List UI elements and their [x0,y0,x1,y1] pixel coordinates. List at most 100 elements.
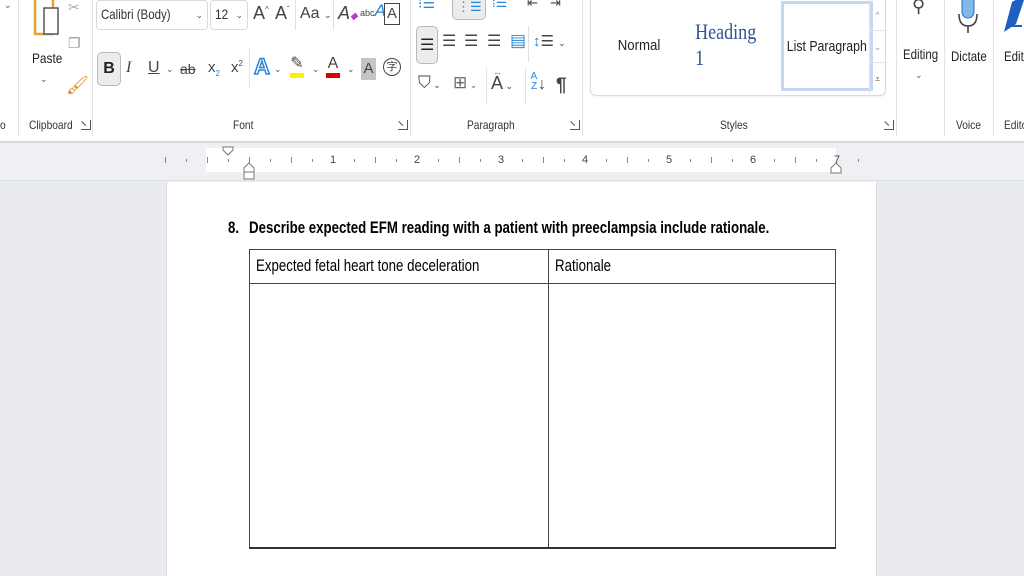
paste-icon [33,0,59,36]
ruler-tick [543,157,544,163]
ruler-tick [228,158,229,162]
font-color-button[interactable]: A [326,56,340,78]
align-center-button[interactable]: ☰ [442,34,456,50]
clipboard-group-label: Clipboard [29,118,73,132]
ruler-tick [816,158,817,162]
editing-button[interactable]: ⚲ Editing ⌄ [900,0,940,90]
group-separator [410,0,411,136]
ruler-tick [627,157,628,163]
copy-icon[interactable]: ❐ [68,36,81,50]
paragraph-launcher-icon[interactable] [570,120,580,130]
character-spacing-button[interactable]: ↔ A ⌄ [491,68,513,93]
italic-button[interactable]: I [126,60,131,76]
numbering-button[interactable]: ⋮☰ [452,0,486,20]
paste-button[interactable]: Paste ⌄ [28,0,64,96]
distributed-button[interactable]: ▤ [510,32,526,49]
subscript-icon: x [208,59,216,76]
separator [333,0,334,30]
ruler-tick [732,158,733,162]
borders-button[interactable]: ⊞ ⌄ [453,74,477,91]
font-group-label: Font [233,118,254,132]
grow-font-button[interactable]: A^ [253,4,269,22]
ruler-tick [291,157,292,163]
question-8: 8. Describe expected EFM reading with a p… [228,218,769,238]
justify-button[interactable]: ☰ [487,34,501,50]
highlight-button[interactable]: ✎ [290,56,304,78]
ruler-tick [690,158,691,162]
line-spacing-button[interactable]: ↕☰ ⌄ [533,34,566,49]
underline-chevron-icon[interactable]: ⌄ [166,64,174,75]
font-size-dropdown[interactable]: 12 ⌄ [210,0,248,30]
hanging-indent-marker-icon[interactable] [243,162,255,180]
chevron-down-icon[interactable]: ⌄ [4,0,12,11]
ruler-tick [312,158,313,162]
first-line-indent-marker-icon[interactable] [222,146,234,156]
group-separator [993,0,994,136]
shrink-font-button[interactable]: Aˇ [275,4,290,22]
align-left-button[interactable]: ☰ [416,26,438,64]
text-effects-button[interactable]: A [253,55,270,79]
ruler-tick [270,158,271,162]
decrease-indent-button[interactable]: ⇤ [527,0,538,9]
clear-formatting-button[interactable]: A◆ [338,4,358,22]
style-normal[interactable]: Normal [602,0,676,91]
editor-label: Edito [1004,48,1024,64]
paintbrush-icon[interactable]: 🖌 [66,76,89,94]
font-launcher-icon[interactable] [398,120,408,130]
character-border-button[interactable]: A [384,3,400,25]
clipboard-launcher-icon[interactable] [81,120,91,130]
font-name-value: Calibri (Body) [101,6,171,22]
increase-indent-button[interactable]: ⇥ [550,0,561,9]
ruler-tick [795,157,796,163]
paragraph-group-label: Paragraph [467,118,515,132]
ruler-number: 2 [414,154,421,166]
table-cell-deceleration[interactable] [248,283,550,549]
separator [295,0,296,30]
header-cell-deceleration[interactable]: Expected fetal heart tone deceleration [248,249,550,284]
superscript-button[interactable]: x2 [231,60,243,76]
font-name-dropdown[interactable]: Calibri (Body) ⌄ [96,0,208,30]
underline-button[interactable]: U [148,60,160,76]
gallery-scroll-up-icon[interactable]: ^ [870,0,885,31]
subscript-button[interactable]: x2 [208,60,220,78]
gallery-scroll-down-icon[interactable]: ⌄ [870,31,885,63]
editor-button[interactable]: Edito [998,0,1024,90]
phonetic-guide-icon: abc [360,8,375,18]
header-text: Expected fetal heart tone deceleration [256,256,480,275]
ruler-tick [480,158,481,162]
dictate-button[interactable]: Dictate [948,0,988,90]
group-separator [944,0,945,136]
multilevel-list-button[interactable]: ⁞☰ [492,0,507,9]
shading-button[interactable]: ⛉ ⌄ [418,74,441,91]
header-cell-rationale[interactable]: Rationale [548,249,836,284]
separator [249,48,250,88]
align-right-button[interactable]: ☰ [464,34,478,50]
strikethrough-button[interactable]: ab [180,62,196,76]
font-color-icon: A [327,55,339,72]
font-color-chevron-icon[interactable]: ⌄ [347,64,355,75]
styles-launcher-icon[interactable] [884,120,894,130]
table-cell-rationale[interactable] [548,283,836,549]
bold-button[interactable]: B [97,52,121,86]
align-left-icon: ☰ [420,37,435,54]
character-shading-button[interactable]: A [361,58,376,80]
style-heading-1[interactable]: Heading 1 [695,0,769,91]
ruler-tick [375,157,376,163]
scissors-icon[interactable]: ✂ [68,0,80,14]
horizontal-ruler[interactable] [206,148,836,172]
change-case-button[interactable]: Aa ⌄ [300,6,332,22]
sort-button[interactable]: AZ↓ [530,72,546,93]
bullets-button[interactable]: ⁝☰ [418,0,435,10]
ruler-tick [606,158,607,162]
gallery-more-icon[interactable]: ⩡ [870,63,885,95]
highlight-chevron-icon[interactable]: ⌄ [312,64,320,75]
style-list-paragraph[interactable]: List Paragraph [781,1,873,91]
ribbon: ⌄ o Paste ⌄ ✂ ❐ 🖌 Clipboard Calibri (Bod… [0,0,1024,142]
text-effects-chevron-icon[interactable]: ⌄ [274,64,282,75]
phonetic-guide-button[interactable]: abcA [360,2,386,19]
enclose-characters-button[interactable]: 字 [383,58,401,76]
styles-group-label: Styles [720,118,748,132]
ruler-tick [438,158,439,162]
show-formatting-marks-button[interactable]: ¶ [556,76,567,95]
right-indent-marker-icon[interactable] [830,162,842,174]
